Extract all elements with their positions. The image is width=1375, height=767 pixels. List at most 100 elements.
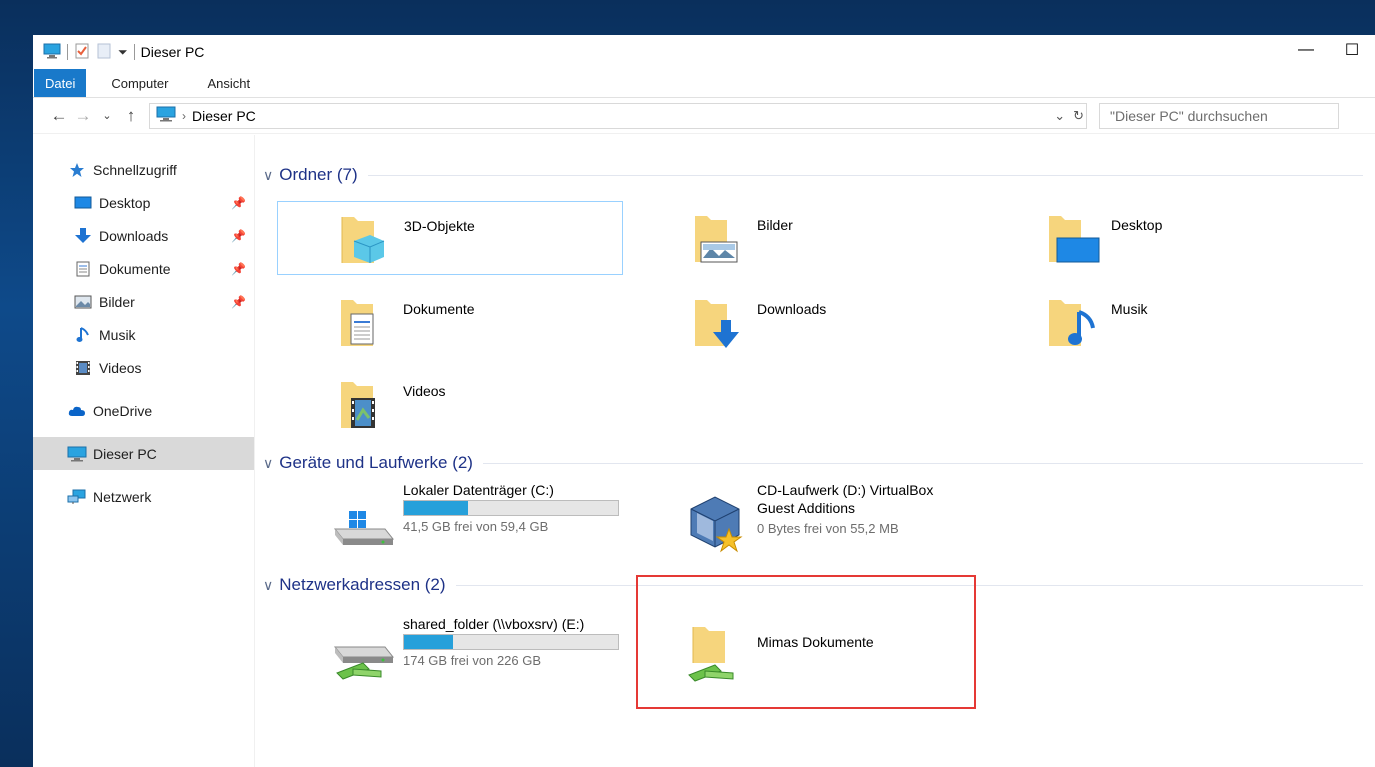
back-arrow-icon[interactable]: ← (47, 106, 71, 126)
drive-usage-fill (404, 635, 454, 649)
sidebar-item-onedrive[interactable]: OneDrive (33, 394, 254, 427)
folder-tile-documents[interactable]: Dokumente (277, 285, 623, 359)
folder-tile-3d-objects[interactable]: 3D-Objekte (277, 201, 623, 275)
video-icon (73, 360, 93, 376)
drive-tile-d[interactable]: CD-Laufwerk (D:) VirtualBox Guest Additio… (685, 477, 1045, 563)
folder-tile-desktop[interactable]: Desktop (985, 201, 1331, 275)
sidebar-item-label: Dokumente (99, 260, 171, 277)
drive-usage-bar (403, 500, 619, 516)
ribbon-tabs: Datei Computer Ansicht (33, 69, 1375, 98)
sidebar-item-music[interactable]: Musik (33, 318, 254, 351)
download-icon (73, 227, 93, 244)
drive-usage-fill (404, 501, 469, 515)
sidebar-item-label: Schnellzugriff (93, 161, 177, 178)
section-divider (482, 462, 1363, 464)
folder-label: Videos (403, 383, 446, 399)
explorer-body: Schnellzugriff Desktop 📌 Downloads 📌 Dok… (33, 135, 1375, 767)
refresh-icon[interactable]: ↻ (1073, 108, 1084, 124)
sidebar-item-pictures[interactable]: Bilder 📌 (33, 285, 254, 318)
folder-label: Downloads (757, 301, 827, 317)
desktop-folder-icon (1047, 210, 1100, 266)
section-title: Ordner (7) (279, 165, 358, 184)
sidebar-item-documents[interactable]: Dokumente 📌 (33, 252, 254, 285)
section-divider (367, 174, 1363, 176)
sidebar-item-videos[interactable]: Videos (33, 351, 254, 384)
network-icon (67, 489, 87, 505)
recent-locations-chevron-icon[interactable]: ⌄ (95, 109, 119, 122)
forward-arrow-icon[interactable]: → (71, 106, 95, 126)
folder-tile-downloads[interactable]: Downloads (631, 285, 977, 359)
breadcrumb[interactable]: Dieser PC (192, 108, 256, 124)
folder-label: Desktop (1111, 217, 1163, 233)
virtualbox-cd-icon (685, 489, 749, 553)
customize-toolbar-icon[interactable]: ⏷ (118, 45, 128, 60)
quick-access-toolbar: ⏷ (43, 43, 135, 62)
tab-file[interactable]: Datei (34, 69, 87, 97)
tab-computer[interactable]: Computer (86, 69, 182, 97)
sidebar-item-network[interactable]: Netzwerk (33, 480, 254, 513)
music-folder-icon (1047, 294, 1095, 350)
collapse-chevron-icon[interactable]: ∨ (263, 577, 273, 594)
image-icon (73, 294, 93, 310)
sidebar-item-label: OneDrive (93, 402, 153, 419)
tab-view[interactable]: Ansicht (182, 69, 264, 97)
explorer-window: ⏷ Dieser PC — ☐ Datei Computer Ansicht ←… (33, 35, 1375, 767)
drive-tile-c[interactable]: Lokaler Datenträger (C:) 41,5 GB frei vo… (331, 477, 691, 563)
section-drives-header[interactable]: ∨ Geräte und Laufwerke (2) (263, 453, 1363, 473)
address-actions: ⌄ ↻ (1054, 108, 1084, 124)
window-controls: — ☐ (1283, 35, 1375, 65)
section-folders-header[interactable]: ∨ Ordner (7) (263, 165, 1363, 185)
window-title: Dieser PC (140, 44, 205, 60)
drive-name: CD-Laufwerk (D:) VirtualBox Guest Additio… (757, 481, 933, 517)
sidebar-item-downloads[interactable]: Downloads 📌 (33, 219, 254, 252)
drive-free-space: 174 GB frei von 226 GB (403, 653, 542, 668)
folder-label: Musik (1111, 301, 1148, 317)
cloud-icon (67, 403, 87, 419)
section-title: Netzwerkadressen (2) (279, 575, 446, 594)
sidebar-item-label: Desktop (99, 194, 151, 211)
folder-label: Dokumente (403, 301, 475, 317)
pin-icon[interactable]: 📌 (231, 196, 246, 210)
sidebar-item-this-pc[interactable]: Dieser PC (33, 437, 254, 470)
address-bar[interactable]: › Dieser PC ⌄ ↻ (149, 102, 1087, 129)
sidebar-item-label: Dieser PC (93, 445, 157, 462)
maximize-button[interactable]: ☐ (1329, 35, 1375, 65)
collapse-chevron-icon[interactable]: ∨ (263, 167, 273, 184)
new-folder-icon[interactable] (96, 43, 112, 62)
drive-name: shared_folder (\\vboxsrv) (E:) (403, 616, 585, 632)
content-pane: ∨ Ordner (7) 3D-Objekte Bilder Desktop D… (255, 135, 1375, 767)
sidebar-item-label: Videos (99, 359, 142, 376)
folder-tile-videos[interactable]: Videos (277, 367, 623, 441)
properties-icon[interactable] (74, 43, 90, 62)
sidebar-item-label: Netzwerk (93, 488, 152, 505)
up-arrow-icon[interactable]: ↑ (119, 106, 143, 126)
document-icon (73, 261, 93, 277)
this-pc-icon (156, 106, 176, 125)
documents-folder-icon (339, 294, 387, 350)
collapse-chevron-icon[interactable]: ∨ (263, 455, 273, 472)
search-input[interactable]: "Dieser PC" durchsuchen (1099, 102, 1339, 129)
address-dropdown-chevron-icon[interactable]: ⌄ (1054, 108, 1065, 124)
folder-label: Bilder (757, 217, 793, 233)
sidebar-item-quick-access[interactable]: Schnellzugriff (33, 153, 254, 186)
3d-objects-icon (340, 211, 388, 267)
windows-drive-icon (331, 489, 395, 553)
pin-icon[interactable]: 📌 (231, 295, 246, 309)
drive-name-line: CD-Laufwerk (D:) VirtualBox (757, 482, 934, 498)
folder-tile-pictures[interactable]: Bilder (631, 201, 977, 275)
folder-tile-music[interactable]: Musik (985, 285, 1331, 359)
toolbar-separator (67, 44, 68, 60)
navigation-pane: Schnellzugriff Desktop 📌 Downloads 📌 Dok… (33, 135, 255, 767)
this-pc-icon (43, 43, 61, 62)
drive-name-line: Guest Additions (757, 500, 856, 516)
sidebar-item-desktop[interactable]: Desktop 📌 (33, 186, 254, 219)
music-icon (73, 326, 93, 343)
breadcrumb-separator-icon[interactable]: › (182, 109, 186, 123)
toolbar-separator (133, 44, 135, 60)
minimize-button[interactable]: — (1283, 35, 1329, 65)
pin-icon[interactable]: 📌 (231, 229, 246, 243)
pictures-folder-icon (693, 210, 741, 266)
drive-name: Lokaler Datenträger (C:) (403, 482, 554, 498)
pin-icon[interactable]: 📌 (231, 262, 246, 276)
